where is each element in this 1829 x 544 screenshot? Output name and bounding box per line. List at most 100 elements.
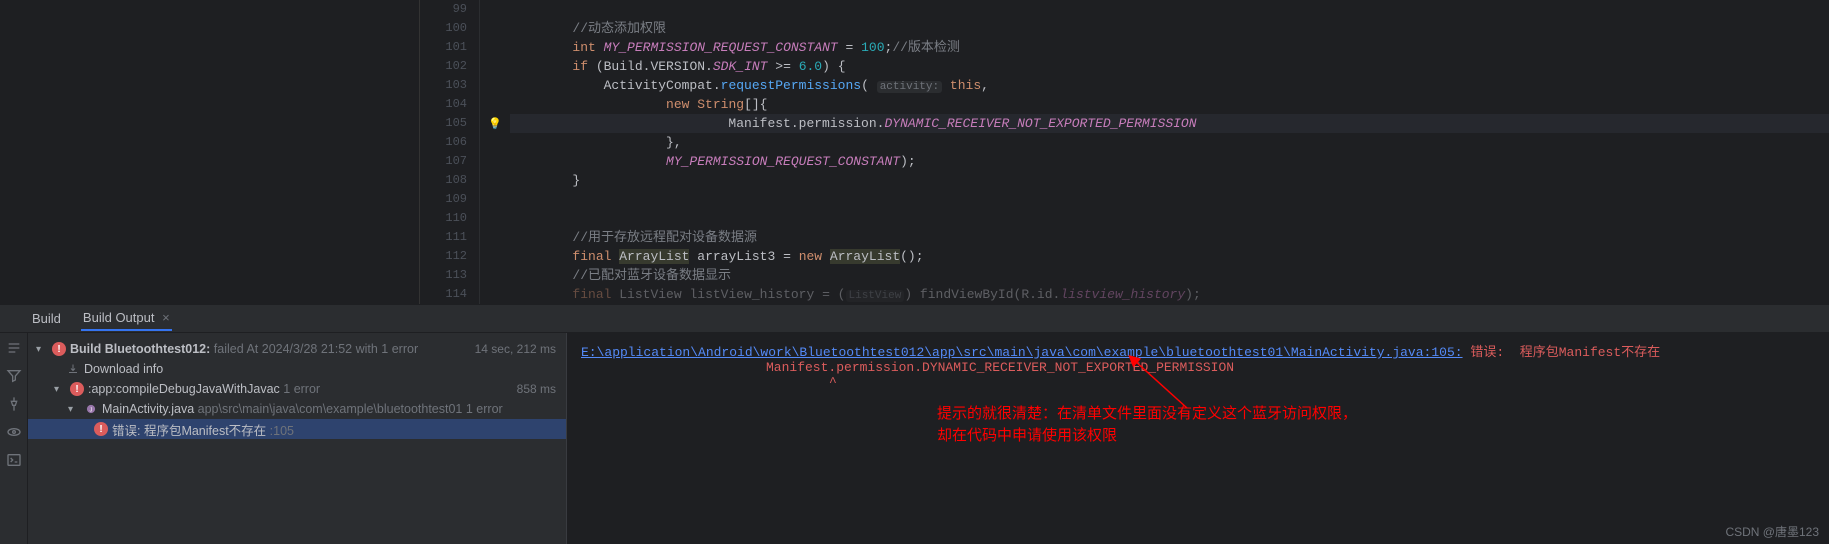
- error-icon: !: [94, 422, 108, 436]
- code-line[interactable]: new String[]{: [510, 95, 1829, 114]
- line-number: 110: [420, 209, 467, 228]
- tree-error-item[interactable]: ! 错误: 程序包Manifest不存在 :105: [28, 419, 566, 439]
- code-line[interactable]: [510, 209, 1829, 228]
- code-line[interactable]: //用于存放远程配对设备数据源: [510, 228, 1829, 247]
- tree-file-label: MainActivity.java app\src\main\java\com\…: [102, 402, 503, 416]
- code-line[interactable]: },: [510, 133, 1829, 152]
- text-icon[interactable]: [5, 339, 23, 357]
- filter-icon[interactable]: [5, 367, 23, 385]
- line-number: 107: [420, 152, 467, 171]
- hint-cell: [480, 133, 510, 152]
- code-line[interactable]: [510, 0, 1829, 19]
- line-number: 105: [420, 114, 467, 133]
- tree-task[interactable]: ▾ ! :app:compileDebugJavaWithJavac 1 err…: [28, 379, 566, 399]
- code-line[interactable]: Manifest.permission.DYNAMIC_RECEIVER_NOT…: [510, 114, 1829, 133]
- tree-root-label: Build Bluetoothtest012: failed At 2024/3…: [70, 342, 418, 356]
- hint-cell: [480, 0, 510, 19]
- hint-cell: [480, 38, 510, 57]
- hint-cell: [480, 190, 510, 209]
- tool-strip: [0, 333, 28, 544]
- build-output[interactable]: E:\application\Android\work\Bluetoothtes…: [566, 333, 1829, 544]
- panel-body: ▾ ! Build Bluetoothtest012: failed At 20…: [0, 333, 1829, 544]
- code-line[interactable]: MY_PERMISSION_REQUEST_CONSTANT);: [510, 152, 1829, 171]
- tab-build-output[interactable]: Build Output ×: [81, 306, 172, 331]
- line-number: 113: [420, 266, 467, 285]
- editor-left-margin: [0, 0, 420, 304]
- hint-cell: [480, 228, 510, 247]
- user-annotation: 提示的就很清楚：在清单文件里面没有定义这个蓝牙访问权限， 却在代码中申请使用该权…: [937, 403, 1357, 447]
- error-message-head: 错误: 程序包Manifest不存在: [1463, 345, 1661, 360]
- annotation-line1: 提示的就很清楚：在清单文件里面没有定义这个蓝牙访问权限，: [937, 403, 1357, 425]
- hint-cell: [480, 171, 510, 190]
- code-line[interactable]: ActivityCompat.requestPermissions( activ…: [510, 76, 1829, 95]
- line-number: 109: [420, 190, 467, 209]
- line-number: 106: [420, 133, 467, 152]
- line-number: 108: [420, 171, 467, 190]
- line-number: 99: [420, 0, 467, 19]
- hint-cell: [480, 266, 510, 285]
- code-line[interactable]: //动态添加权限: [510, 19, 1829, 38]
- lightbulb-icon[interactable]: 💡: [488, 119, 502, 131]
- output-caret: ^: [581, 375, 1815, 390]
- tree-file[interactable]: ▾ J MainActivity.java app\src\main\java\…: [28, 399, 566, 419]
- chevron-down-icon[interactable]: ▾: [54, 384, 66, 395]
- output-line-2: Manifest.permission.DYNAMIC_RECEIVER_NOT…: [581, 360, 1815, 375]
- watermark: CSDN @唐墨123: [1725, 523, 1819, 540]
- editor-area: 9910010110210310410510610710810911011111…: [0, 0, 1829, 304]
- panel-tab-bar: Build Build Output ×: [0, 305, 1829, 333]
- tree-task-label: :app:compileDebugJavaWithJavac 1 error: [88, 382, 320, 396]
- tab-build-output-label: Build Output: [83, 310, 155, 325]
- download-icon: [66, 362, 80, 376]
- line-number: 102: [420, 57, 467, 76]
- tree-download[interactable]: Download info: [28, 359, 566, 379]
- hint-column: 💡: [480, 0, 510, 304]
- line-number: 101: [420, 38, 467, 57]
- code-line[interactable]: int MY_PERMISSION_REQUEST_CONSTANT = 100…: [510, 38, 1829, 57]
- line-number: 104: [420, 95, 467, 114]
- code-line[interactable]: }: [510, 171, 1829, 190]
- line-number-gutter: 9910010110210310410510610710810911011111…: [420, 0, 480, 304]
- line-number: 111: [420, 228, 467, 247]
- hint-cell: [480, 209, 510, 228]
- line-number: 112: [420, 247, 467, 266]
- terminal-icon[interactable]: [5, 451, 23, 469]
- chevron-down-icon[interactable]: ▾: [68, 404, 80, 415]
- svg-text:J: J: [90, 407, 93, 413]
- line-number: 114: [420, 285, 467, 304]
- code-line[interactable]: if (Build.VERSION.SDK_INT >= 6.0) {: [510, 57, 1829, 76]
- annotation-line2: 却在代码中申请使用该权限: [937, 425, 1357, 447]
- code-line[interactable]: //已配对蓝牙设备数据显示: [510, 266, 1829, 285]
- error-file-link[interactable]: E:\application\Android\work\Bluetoothtes…: [581, 345, 1463, 360]
- error-icon: !: [70, 382, 84, 396]
- code-lines[interactable]: //动态添加权限 int MY_PERMISSION_REQUEST_CONST…: [510, 0, 1829, 304]
- tree-error-label: 错误: 程序包Manifest不存在 :105: [112, 420, 294, 439]
- line-number: 103: [420, 76, 467, 95]
- chevron-down-icon[interactable]: ▾: [36, 344, 48, 355]
- pin-icon[interactable]: [5, 395, 23, 413]
- hint-cell: [480, 95, 510, 114]
- code-line[interactable]: [510, 190, 1829, 209]
- hint-cell: [480, 152, 510, 171]
- hint-cell: [480, 57, 510, 76]
- hint-cell: 💡: [480, 114, 510, 133]
- tree-root-duration: 14 sec, 212 ms: [475, 342, 566, 356]
- hint-cell: [480, 76, 510, 95]
- build-tree: ▾ ! Build Bluetoothtest012: failed At 20…: [28, 333, 566, 544]
- tab-build[interactable]: Build: [30, 307, 63, 330]
- eye-icon[interactable]: [5, 423, 23, 441]
- code-line[interactable]: final ArrayList arrayList3 = new ArrayLi…: [510, 247, 1829, 266]
- tree-root[interactable]: ▾ ! Build Bluetoothtest012: failed At 20…: [28, 339, 566, 359]
- error-icon: !: [52, 342, 66, 356]
- hint-cell: [480, 247, 510, 266]
- output-line-1: E:\application\Android\work\Bluetoothtes…: [581, 341, 1815, 360]
- code-line[interactable]: final ListView listView_history = (ListV…: [510, 285, 1829, 304]
- tree-task-duration: 858 ms: [517, 382, 566, 396]
- tree-download-label: Download info: [84, 362, 163, 376]
- code-panel[interactable]: 9910010110210310410510610710810911011111…: [420, 0, 1829, 304]
- java-file-icon: J: [84, 402, 98, 416]
- hint-cell: [480, 19, 510, 38]
- line-number: 100: [420, 19, 467, 38]
- hint-cell: [480, 285, 510, 304]
- close-icon[interactable]: ×: [162, 310, 170, 325]
- build-panel: Build Build Output × ▾ ! Build Bluetooth…: [0, 304, 1829, 544]
